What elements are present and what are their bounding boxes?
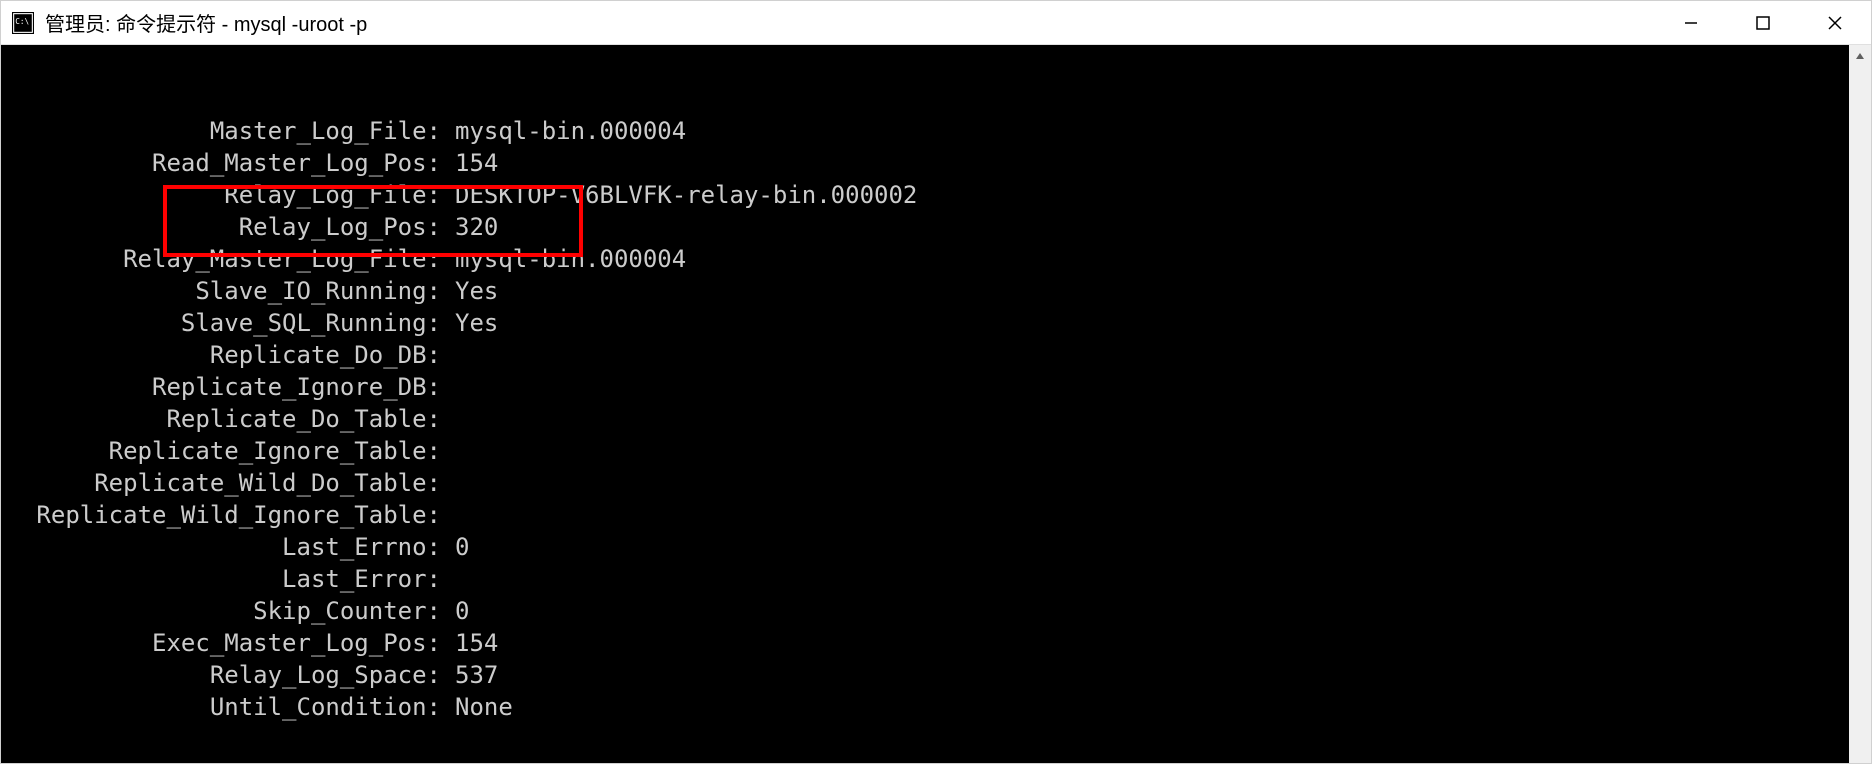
- status-label: Relay_Master_Log_File:: [1, 243, 441, 275]
- status-label: Exec_Master_Log_Pos:: [1, 627, 441, 659]
- status-value: None: [441, 691, 513, 723]
- status-label: Replicate_Ignore_Table:: [1, 435, 441, 467]
- status-label: Slave_SQL_Running:: [1, 307, 441, 339]
- terminal-line: Read_Master_Log_Pos:154: [1, 147, 1871, 179]
- terminal-line: Last_Error:: [1, 563, 1871, 595]
- maximize-button[interactable]: [1727, 1, 1799, 44]
- terminal-line: Replicate_Do_DB:: [1, 339, 1871, 371]
- status-value: 0: [441, 531, 469, 563]
- status-value: [441, 403, 455, 435]
- status-label: Last_Error:: [1, 563, 441, 595]
- status-label: Replicate_Wild_Ignore_Table:: [1, 499, 441, 531]
- status-value: [441, 467, 455, 499]
- application-window: C:\ 管理员: 命令提示符 - mysql -uroot -p Master_…: [0, 0, 1872, 764]
- titlebar[interactable]: C:\ 管理员: 命令提示符 - mysql -uroot -p: [1, 1, 1871, 45]
- status-value: 154: [441, 627, 498, 659]
- status-value: [441, 563, 455, 595]
- terminal-line: Relay_Log_Space:537: [1, 659, 1871, 691]
- status-value: [441, 499, 455, 531]
- terminal-content[interactable]: Master_Log_File:mysql-bin.000004Read_Mas…: [1, 45, 1871, 763]
- status-value: 537: [441, 659, 498, 691]
- status-label: Relay_Log_Pos:: [1, 211, 441, 243]
- status-value: [441, 435, 455, 467]
- status-label: Replicate_Wild_Do_Table:: [1, 467, 441, 499]
- terminal-line: Master_Log_File:mysql-bin.000004: [1, 115, 1871, 147]
- status-value: Yes: [441, 307, 498, 339]
- status-label: Slave_IO_Running:: [1, 275, 441, 307]
- status-value: 320: [441, 211, 498, 243]
- minimize-button[interactable]: [1655, 1, 1727, 44]
- status-label: Until_Condition:: [1, 691, 441, 723]
- status-label: Last_Errno:: [1, 531, 441, 563]
- terminal-line: Slave_IO_Running:Yes: [1, 275, 1871, 307]
- close-button[interactable]: [1799, 1, 1871, 44]
- status-value: 154: [441, 147, 498, 179]
- window-title: 管理员: 命令提示符 - mysql -uroot -p: [45, 8, 1655, 37]
- status-value: [441, 371, 455, 403]
- terminal-line: Replicate_Wild_Do_Table:: [1, 467, 1871, 499]
- terminal-line: Replicate_Ignore_DB:: [1, 371, 1871, 403]
- terminal-line: Replicate_Ignore_Table:: [1, 435, 1871, 467]
- status-label: Read_Master_Log_Pos:: [1, 147, 441, 179]
- status-label: Replicate_Ignore_DB:: [1, 371, 441, 403]
- status-value: [441, 339, 455, 371]
- status-label: Relay_Log_File:: [1, 179, 441, 211]
- terminal-line: Replicate_Do_Table:: [1, 403, 1871, 435]
- status-value: mysql-bin.000004: [441, 243, 686, 275]
- status-label: Replicate_Do_Table:: [1, 403, 441, 435]
- terminal-line: Replicate_Wild_Ignore_Table:: [1, 499, 1871, 531]
- scrollbar-up-button[interactable]: [1849, 45, 1871, 67]
- terminal-line: Until_Condition:None: [1, 691, 1871, 723]
- vertical-scrollbar[interactable]: [1849, 45, 1871, 763]
- titlebar-controls: [1655, 1, 1871, 44]
- terminal-line: Slave_SQL_Running:Yes: [1, 307, 1871, 339]
- status-label: Relay_Log_Space:: [1, 659, 441, 691]
- status-value: mysql-bin.000004: [441, 115, 686, 147]
- terminal-line: Relay_Log_File:DESKTOP-V6BLVFK-relay-bin…: [1, 179, 1871, 211]
- terminal-line: Last_Errno:0: [1, 531, 1871, 563]
- terminal-line: Skip_Counter:0: [1, 595, 1871, 627]
- status-value: DESKTOP-V6BLVFK-relay-bin.000002: [441, 179, 917, 211]
- svg-text:C:\: C:\: [15, 17, 29, 26]
- terminal-line: Exec_Master_Log_Pos:154: [1, 627, 1871, 659]
- status-label: Skip_Counter:: [1, 595, 441, 627]
- status-value: Yes: [441, 275, 498, 307]
- terminal-line: Relay_Master_Log_File:mysql-bin.000004: [1, 243, 1871, 275]
- cmd-icon: C:\: [11, 11, 35, 35]
- status-label: Replicate_Do_DB:: [1, 339, 441, 371]
- status-label: Master_Log_File:: [1, 115, 441, 147]
- status-value: 0: [441, 595, 469, 627]
- terminal-line: Relay_Log_Pos:320: [1, 211, 1871, 243]
